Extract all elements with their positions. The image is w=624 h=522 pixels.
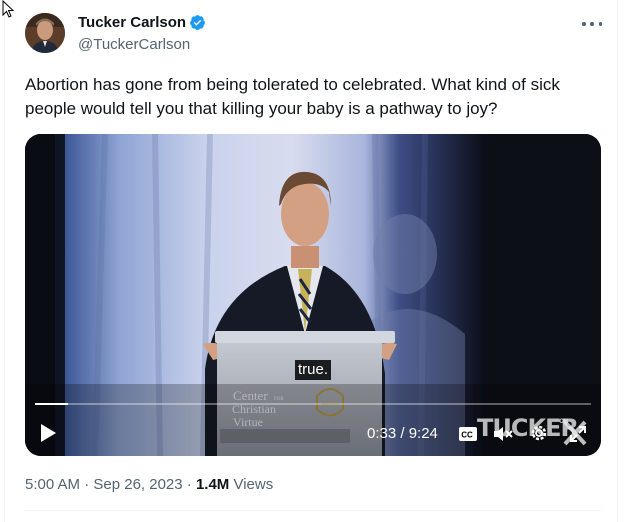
cursor-arrow-icon (2, 0, 15, 18)
author-name-row: Tucker Carlson (78, 14, 206, 31)
verified-badge-icon[interactable] (189, 14, 206, 31)
tweet-meta: 5:00 AM · Sep 26, 2023 · 1.4M Views (25, 476, 273, 493)
mute-icon[interactable] (492, 424, 514, 444)
author-avatar[interactable] (25, 13, 65, 53)
settings-gear-icon[interactable] (529, 423, 549, 443)
more-dot (582, 22, 586, 26)
progress-fill (35, 403, 68, 405)
progress-bar[interactable] (35, 403, 591, 405)
more-options-icon[interactable] (582, 14, 602, 34)
views-count: 1.4M (195, 476, 230, 493)
more-dot (598, 22, 602, 26)
play-icon[interactable] (39, 423, 57, 443)
right-border (617, 0, 618, 522)
avatar-image (25, 13, 65, 53)
more-dot (590, 22, 594, 26)
video-frame: Center FOR Christian Virtue (25, 134, 601, 456)
video-player[interactable]: Center FOR Christian Virtue true. 0:33 /… (25, 134, 601, 456)
tweet-text: Abortion has gone from being tolerated t… (25, 75, 560, 118)
author-name[interactable]: Tucker Carlson (78, 14, 186, 31)
svg-text:CC: CC (461, 431, 473, 440)
fullscreen-icon[interactable] (568, 424, 588, 444)
tweet-timestamp[interactable]: 5:00 AM · Sep 26, 2023 · (25, 476, 196, 493)
closed-captions-icon[interactable]: CC (458, 426, 478, 442)
video-time: 0:33 / 9:24 (367, 425, 438, 442)
video-caption: true. (295, 360, 332, 380)
left-border (4, 0, 5, 522)
author-handle[interactable]: @TuckerCarlson (78, 36, 190, 53)
views-label: Views (229, 476, 274, 493)
divider (25, 510, 601, 511)
